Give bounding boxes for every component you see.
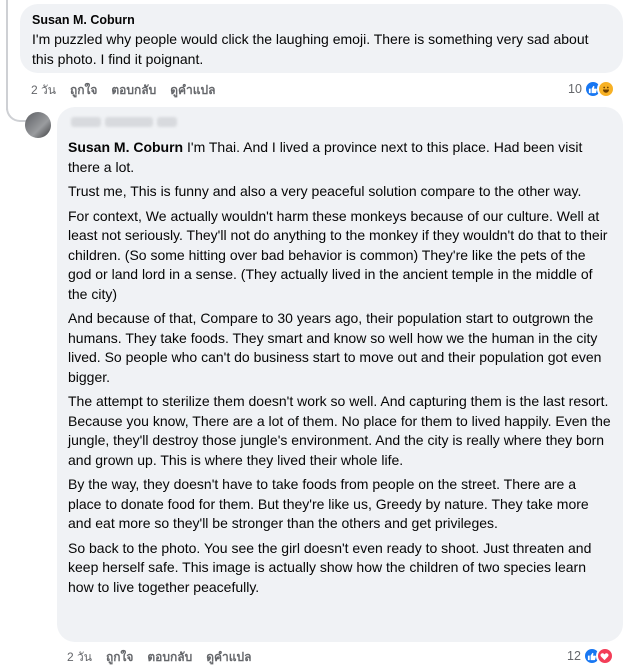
thread-connector [6, 92, 28, 122]
reply-paragraph: The attempt to sterilize them doesn't wo… [68, 393, 611, 468]
comment-author[interactable]: Susan M. Coburn [32, 12, 611, 28]
comment-bubble: Susan M. Coburn I'm puzzled why people w… [20, 4, 623, 73]
translate-button[interactable]: ดูคำแปล [206, 648, 251, 665]
reply-time[interactable]: 2 วัน [67, 648, 92, 665]
reply-paragraph: Susan M. Coburn I'm Thai. And I lived a … [68, 138, 611, 177]
mention-link[interactable]: Susan M. Coburn [68, 139, 183, 155]
avatar[interactable] [25, 112, 51, 138]
comment-actions: 2 วัน ถูกใจ ตอบกลับ ดูคำแปล [31, 81, 230, 100]
reply-paragraph: By the way, they doesn't have to take fo… [68, 476, 589, 531]
reply-button[interactable]: ตอบกลับ [111, 81, 156, 100]
translate-button[interactable]: ดูคำแปล [170, 81, 215, 100]
reaction-count: 10 [568, 82, 582, 96]
reply-reactions[interactable]: 12 [567, 647, 614, 665]
comment-text: I'm puzzled why people would click the l… [32, 31, 589, 67]
reply-actions: 2 วัน ถูกใจ ตอบกลับ ดูคำแปล [67, 648, 266, 665]
like-button[interactable]: ถูกใจ [70, 81, 97, 100]
haha-icon [596, 80, 615, 98]
comment-time[interactable]: 2 วัน [31, 81, 56, 100]
reply-bubble: Susan M. Coburn I'm Thai. And I lived a … [57, 107, 623, 642]
reply-paragraph: So back to the photo. You see the girl d… [68, 539, 592, 595]
heart-icon [595, 647, 614, 665]
comment-reactions[interactable]: 10 [568, 80, 615, 98]
reply-paragraph: For context, We actually wouldn't harm t… [68, 207, 608, 302]
blurred-author-name [71, 114, 611, 130]
reply-paragraph: And because of that, Compare to 30 years… [68, 310, 602, 385]
reply-paragraph: Trust me, This is funny and also a very … [68, 183, 582, 199]
like-button[interactable]: ถูกใจ [106, 648, 133, 665]
reaction-count: 12 [567, 649, 581, 663]
reply-button[interactable]: ตอบกลับ [147, 648, 192, 665]
